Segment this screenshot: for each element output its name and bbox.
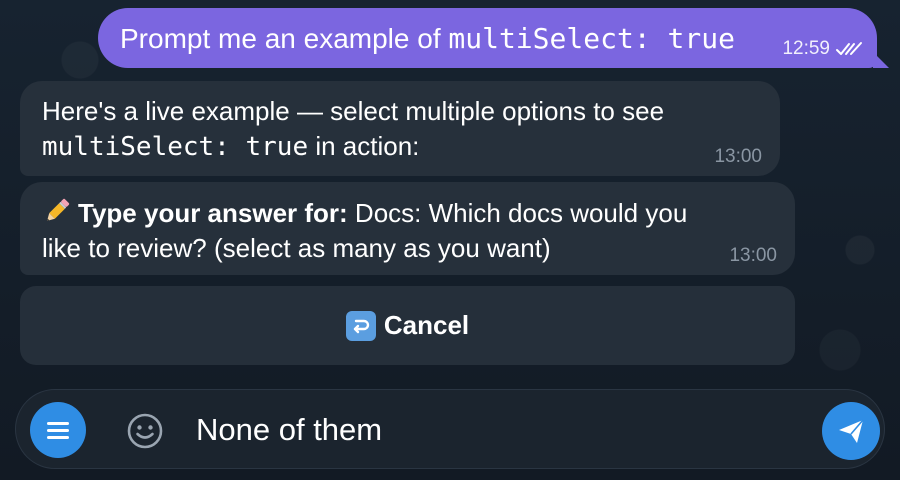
incoming-prompt-text: Type your answer for: Docs: Which docs w… bbox=[42, 196, 773, 266]
bubble-tail bbox=[873, 52, 889, 68]
send-icon bbox=[839, 419, 864, 443]
emoji-button[interactable] bbox=[126, 412, 164, 450]
outgoing-message[interactable]: Prompt me an example of multiSelect: tru… bbox=[98, 8, 889, 68]
incoming-message-time: 13:00 bbox=[714, 146, 762, 167]
message-composer bbox=[15, 389, 885, 469]
incoming-message-text-after: in action: bbox=[308, 131, 420, 161]
incoming-message-line1: Here's a live example — select multiple … bbox=[42, 96, 665, 126]
cancel-button-label: Cancel bbox=[383, 310, 470, 340]
menu-icon bbox=[47, 422, 69, 439]
outgoing-message-text: Prompt me an example of bbox=[120, 23, 449, 54]
prompt-bold-label: Type your answer for: bbox=[78, 198, 348, 228]
smiley-icon bbox=[127, 413, 163, 449]
cancel-button[interactable]: Cancel bbox=[20, 286, 795, 365]
send-button[interactable] bbox=[822, 402, 880, 460]
return-arrow-icon bbox=[345, 310, 376, 341]
outgoing-message-meta: 12:59 bbox=[782, 38, 863, 60]
menu-button[interactable] bbox=[30, 402, 86, 458]
pencil-icon bbox=[47, 198, 70, 221]
outgoing-message-time: 12:59 bbox=[782, 38, 830, 59]
double-check-icon bbox=[836, 42, 862, 55]
incoming-prompt-message[interactable]: Type your answer for: Docs: Which docs w… bbox=[20, 182, 795, 275]
incoming-message[interactable]: Here's a live example — select multiple … bbox=[20, 81, 780, 176]
message-input[interactable] bbox=[196, 404, 756, 456]
outgoing-message-code: multiSelect: true bbox=[448, 22, 735, 55]
incoming-message-code: multiSelect: true bbox=[42, 132, 309, 162]
incoming-message-line2: multiSelect: true in action: bbox=[42, 129, 758, 165]
incoming-prompt-time: 13:00 bbox=[729, 245, 777, 266]
